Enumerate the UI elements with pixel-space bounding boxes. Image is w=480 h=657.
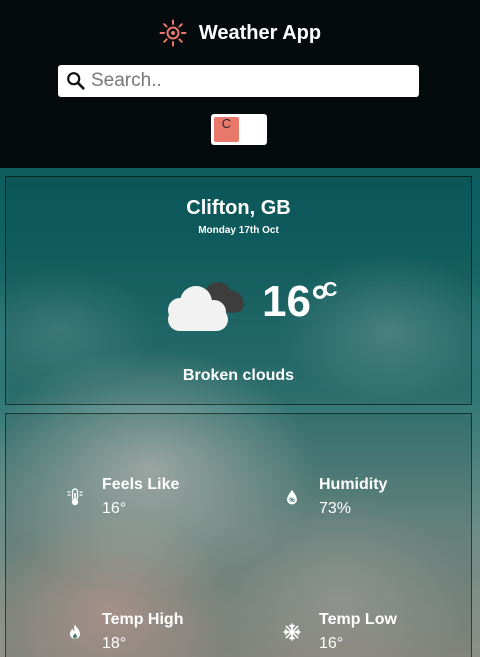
weather-details-card: Feels Like 16° % Humidity 73% Temp High …: [5, 413, 472, 657]
weather-description: Broken clouds: [182, 367, 295, 384]
temp-high-label: Temp High: [102, 611, 184, 628]
brand: Weather App: [0, 17, 480, 49]
search-input[interactable]: [91, 70, 391, 92]
current-weather-card: Clifton, GB Monday 17th Oct 16° C Broken…: [5, 176, 472, 405]
feels-like-value: 16°: [102, 500, 127, 517]
location-name: Clifton, GB: [186, 197, 291, 219]
temperature-unit: C: [323, 279, 338, 301]
unit-toggle[interactable]: C: [211, 114, 267, 145]
current-temperature: 16°: [262, 277, 329, 326]
temp-high-value: 18°: [102, 635, 127, 652]
humidity-value: 73%: [319, 500, 352, 517]
unit-toggle-knob[interactable]: C: [214, 117, 239, 142]
snowflake-icon: [283, 623, 301, 641]
flame-icon: [70, 624, 80, 639]
app-header: Weather App C: [0, 0, 480, 168]
svg-text:%: %: [289, 498, 295, 504]
thermometer-icon: [67, 488, 83, 506]
search-bar[interactable]: [58, 65, 419, 97]
temp-low-label: Temp Low: [319, 611, 397, 628]
app-title: Weather App: [198, 21, 322, 44]
sun-icon: [159, 19, 187, 47]
search-icon[interactable]: [65, 70, 87, 92]
broken-clouds-icon: [168, 282, 244, 331]
feels-like-label: Feels Like: [102, 476, 180, 493]
temp-low-value: 16°: [319, 635, 344, 652]
current-date: Monday 17th Oct: [198, 225, 279, 236]
droplet-icon: %: [287, 490, 297, 505]
humidity-label: Humidity: [319, 476, 388, 493]
